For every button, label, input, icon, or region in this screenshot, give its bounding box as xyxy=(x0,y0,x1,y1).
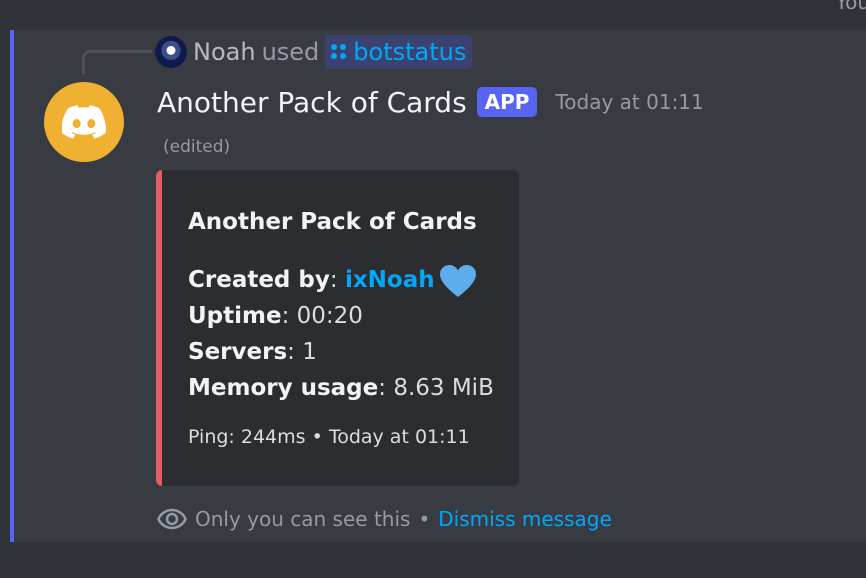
field-uptime: Uptime: 00:20 xyxy=(188,303,363,329)
embed-title: Another Pack of Cards xyxy=(188,209,477,235)
field-value: 00:20 xyxy=(296,303,363,329)
truncated-text: You xyxy=(835,0,866,14)
ephemeral-text: Only you can see this xyxy=(195,507,411,531)
reply-username[interactable]: Noah xyxy=(193,38,256,66)
field-label: Created by xyxy=(188,267,330,293)
edited-label: (edited) xyxy=(163,137,231,157)
embed-fields: Created by: ixNoah Uptime: 00:20 Servers… xyxy=(188,262,494,406)
discord-logo-icon xyxy=(62,105,106,139)
field-memory: Memory usage: 8.63 MiB xyxy=(188,375,494,401)
bot-username[interactable]: Another Pack of Cards xyxy=(157,86,467,119)
bot-avatar[interactable] xyxy=(44,82,124,162)
command-chip[interactable]: botstatus xyxy=(325,35,473,69)
discord-channel-view: You Noah used botstatus Another Pack of … xyxy=(0,0,866,578)
user-avatar[interactable] xyxy=(155,36,187,68)
field-servers: Servers: 1 xyxy=(188,339,317,365)
message-timestamp[interactable]: Today at 01:11 xyxy=(555,90,703,114)
app-badge: APP xyxy=(476,87,538,117)
embed-footer: Ping: 244ms • Today at 01:11 xyxy=(188,426,470,448)
status-embed: Another Pack of Cards Created by: ixNoah… xyxy=(156,170,519,486)
creator-link[interactable]: ixNoah xyxy=(345,267,435,293)
field-label: Servers xyxy=(188,339,288,365)
field-label: Uptime xyxy=(188,303,282,329)
field-created-by: Created by: ixNoah xyxy=(188,262,494,298)
command-name: botstatus xyxy=(353,38,467,66)
interaction-reference[interactable]: Noah used botstatus xyxy=(155,35,473,69)
separator: • xyxy=(418,507,431,531)
slash-command-icon xyxy=(331,44,347,60)
field-value: 8.63 MiB xyxy=(393,375,494,401)
ephemeral-notice: Only you can see this • Dismiss message xyxy=(157,504,612,534)
used-text: used xyxy=(261,38,320,66)
blue-heart-icon xyxy=(439,264,476,297)
field-value: 1 xyxy=(302,339,317,365)
field-label: Memory usage xyxy=(188,375,379,401)
dismiss-message-link[interactable]: Dismiss message xyxy=(438,507,612,531)
mention-highlight-bar xyxy=(10,30,14,542)
message-header: Another Pack of Cards APP Today at 01:11 xyxy=(157,82,704,122)
eye-icon xyxy=(157,508,187,530)
reply-spine xyxy=(82,50,152,74)
